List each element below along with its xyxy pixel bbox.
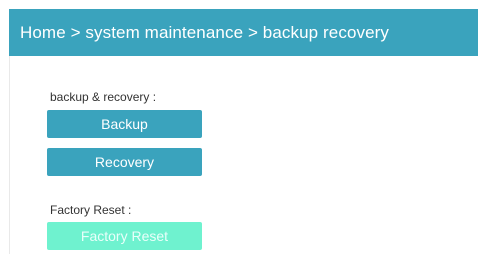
backup-recovery-label: backup & recovery : — [50, 90, 157, 104]
page: Home > system maintenance > backup recov… — [0, 0, 478, 254]
recovery-button[interactable]: Recovery — [47, 148, 202, 176]
backup-button[interactable]: Backup — [47, 110, 202, 138]
breadcrumb-bar: Home > system maintenance > backup recov… — [9, 9, 478, 56]
factory-reset-label: Factory Reset : — [50, 203, 132, 217]
breadcrumb: Home > system maintenance > backup recov… — [20, 22, 390, 42]
content-left-border — [9, 56, 10, 254]
factory-reset-button[interactable]: Factory Reset — [47, 222, 202, 250]
